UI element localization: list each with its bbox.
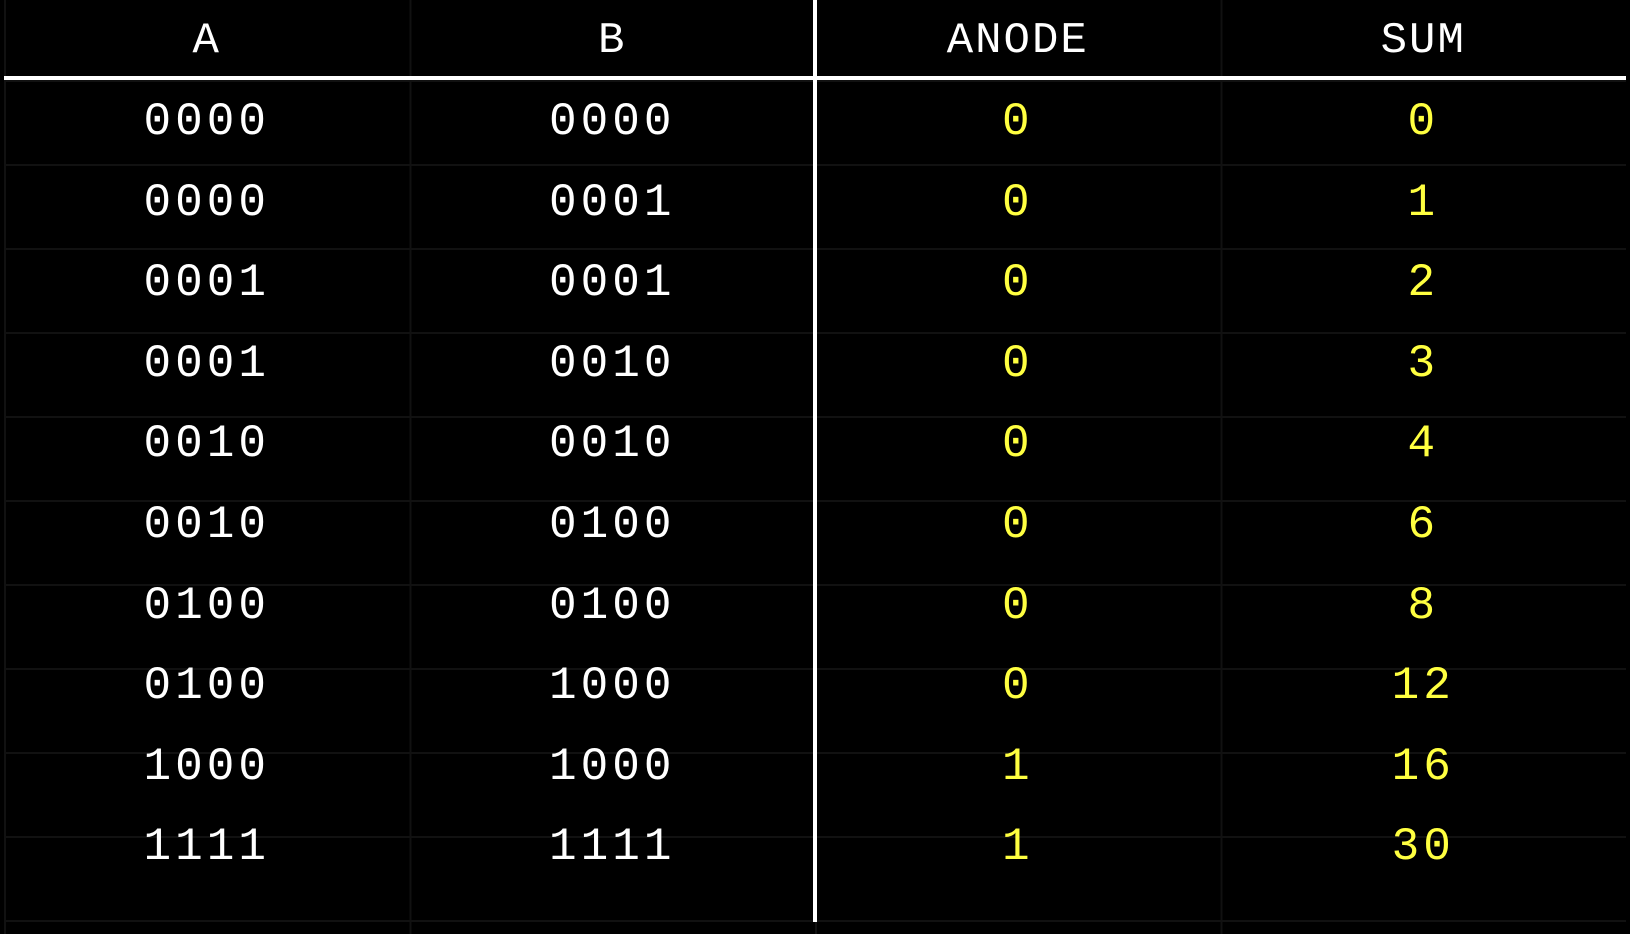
cell-b: 0001 xyxy=(549,257,676,310)
cell-sum: 16 xyxy=(1391,740,1455,793)
cell-sum: 6 xyxy=(1407,499,1440,551)
header-a: A xyxy=(192,16,221,66)
cell-b: 0010 xyxy=(549,418,676,471)
cell-a: 1111 xyxy=(143,821,270,874)
cell-anode: 0 xyxy=(1001,579,1034,632)
cell-b: 0100 xyxy=(549,579,676,632)
header-anode: ANODE xyxy=(946,16,1089,66)
cell-a: 0100 xyxy=(143,579,270,632)
cell-a: 0001 xyxy=(143,337,270,390)
cell-a: 0100 xyxy=(143,660,270,713)
cell-a: 0010 xyxy=(143,499,270,551)
cell-anode: 1 xyxy=(1001,740,1034,793)
cell-a: 0010 xyxy=(143,418,270,471)
cell-anode: 0 xyxy=(1001,499,1034,551)
cell-b: 1000 xyxy=(549,740,676,793)
cell-a: 0000 xyxy=(143,96,270,148)
cell-a: 1000 xyxy=(143,740,270,793)
cell-sum: 1 xyxy=(1407,176,1440,229)
header-b: B xyxy=(598,16,627,66)
cell-sum: 4 xyxy=(1407,418,1440,471)
cell-sum: 0 xyxy=(1407,96,1440,148)
cell-a: 0001 xyxy=(143,257,270,310)
cell-anode: 0 xyxy=(1001,418,1034,471)
input-output-divider xyxy=(813,0,817,922)
cell-anode: 0 xyxy=(1001,96,1034,148)
truth-table: A B ANODE SUM 0000 0000 0 0 0000 0001 0 1 0001 00… xyxy=(4,0,1626,934)
cell-b: 1000 xyxy=(549,660,676,713)
cell-b: 0010 xyxy=(549,337,676,390)
cell-anode: 0 xyxy=(1001,660,1034,713)
cell-sum: 2 xyxy=(1407,257,1440,310)
cell-b: 1111 xyxy=(549,821,676,874)
cell-a: 0000 xyxy=(143,176,270,229)
cell-sum: 8 xyxy=(1407,579,1440,632)
cell-anode: 0 xyxy=(1001,257,1034,310)
cell-anode: 1 xyxy=(1001,821,1034,874)
cell-sum: 30 xyxy=(1391,821,1455,874)
cell-sum: 3 xyxy=(1407,337,1440,390)
cell-b: 0000 xyxy=(549,96,676,148)
cell-b: 0100 xyxy=(549,499,676,551)
cell-b: 0001 xyxy=(549,176,676,229)
cell-anode: 0 xyxy=(1001,176,1034,229)
cell-sum: 12 xyxy=(1391,660,1455,713)
cell-anode: 0 xyxy=(1001,337,1034,390)
header-sum: SUM xyxy=(1380,16,1466,66)
